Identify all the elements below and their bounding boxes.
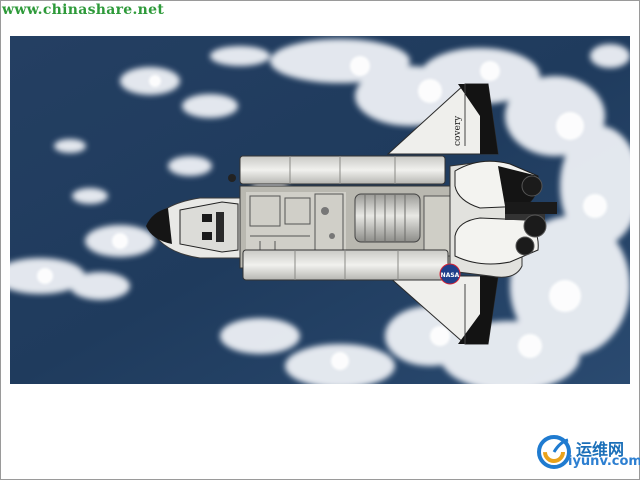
site-watermark: 运维网 iyunv.com [536, 432, 640, 474]
bay-door-upper [239, 155, 446, 185]
main-engine [521, 175, 543, 197]
watermark-domain-text: iyunv.com [568, 454, 640, 469]
nasa-insignia-text: NASA [441, 272, 460, 279]
orbiter-name-label: covery [453, 115, 463, 146]
site-url-watermark: www.chinashare.net [2, 2, 165, 18]
space-shuttle-photo: covery NASA [10, 36, 630, 384]
cockpit [179, 201, 239, 253]
vertical-stabilizer [505, 202, 557, 214]
